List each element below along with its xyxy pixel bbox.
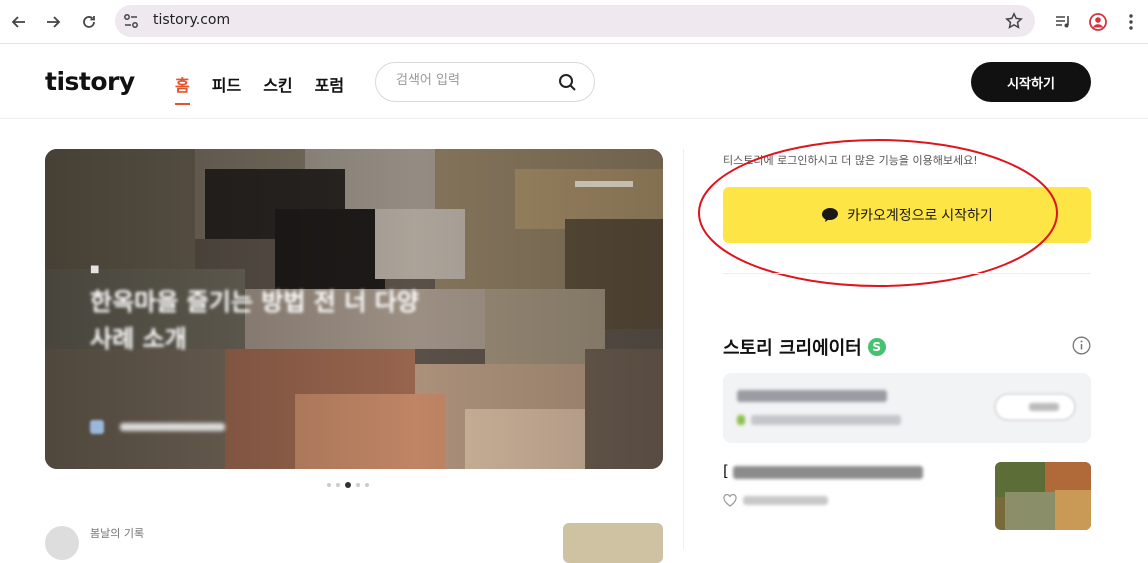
menu-button[interactable] bbox=[1118, 9, 1144, 35]
section-thumbnail[interactable] bbox=[563, 523, 663, 563]
carousel-dot-active[interactable] bbox=[345, 482, 351, 488]
hero-banner[interactable]: ■ 한옥마을 즐기는 방법 전 너 다양 사례 소개 bbox=[45, 149, 663, 469]
profile-button[interactable] bbox=[1085, 9, 1111, 35]
kakao-login-label: 카카오계정으로 시작하기 bbox=[847, 207, 993, 223]
hero-author bbox=[90, 420, 225, 434]
creator-meta-blur bbox=[751, 415, 901, 425]
nav-skin[interactable]: 스킨 bbox=[263, 72, 292, 96]
nav-home[interactable]: 홈 bbox=[175, 72, 190, 105]
browser-toolbar: tistory.com bbox=[0, 0, 1148, 44]
section-avatar bbox=[45, 526, 79, 560]
post-meta-blur bbox=[743, 496, 828, 505]
creator-card[interactable] bbox=[723, 373, 1091, 443]
section-label: 봄날의 기록 bbox=[90, 527, 145, 540]
hero-category: ■ bbox=[90, 264, 100, 275]
site-header: tistory 홈 피드 스킨 포럼 시작하기 bbox=[0, 45, 1148, 119]
sidebar-divider bbox=[723, 273, 1091, 274]
carousel-indicator bbox=[327, 482, 369, 488]
back-button[interactable] bbox=[6, 9, 32, 35]
hero-tag bbox=[575, 181, 633, 187]
kebab-menu-icon bbox=[1129, 14, 1133, 30]
author-name-blur bbox=[120, 423, 225, 431]
arrow-left-icon bbox=[11, 16, 25, 28]
creator-name-blur bbox=[737, 390, 887, 402]
heart-icon[interactable] bbox=[723, 494, 737, 507]
speech-bubble-icon bbox=[822, 208, 839, 222]
post-title: [ bbox=[723, 462, 729, 480]
post-title-blur bbox=[733, 466, 923, 479]
kakao-login-button[interactable]: 카카오계정으로 시작하기 bbox=[723, 187, 1091, 243]
carousel-dot[interactable] bbox=[327, 483, 331, 487]
nav-forum[interactable]: 포럼 bbox=[315, 72, 344, 96]
bookmark-star-icon[interactable] bbox=[1005, 12, 1023, 30]
carousel-dot[interactable] bbox=[356, 483, 360, 487]
url-text[interactable]: tistory.com bbox=[153, 12, 230, 28]
nav-feed[interactable]: 피드 bbox=[212, 72, 241, 96]
search-input[interactable] bbox=[396, 73, 546, 88]
arrow-right-icon bbox=[47, 16, 61, 28]
author-avatar bbox=[90, 420, 104, 434]
reload-icon bbox=[83, 16, 95, 28]
creator-heading-text: 스토리 크리에이터 bbox=[723, 338, 862, 359]
search-box bbox=[375, 62, 595, 102]
search-icon[interactable] bbox=[558, 73, 577, 92]
start-button[interactable]: 시작하기 bbox=[971, 62, 1091, 102]
post-thumbnail[interactable] bbox=[995, 462, 1091, 530]
playlist-icon bbox=[1056, 16, 1069, 28]
creator-meta-blur bbox=[737, 415, 745, 425]
column-divider bbox=[683, 149, 684, 549]
main-nav: 홈 피드 스킨 포럼 bbox=[175, 72, 344, 105]
post-item[interactable]: [ bbox=[723, 458, 1091, 532]
next-section-peek: 봄날의 기록 bbox=[45, 520, 663, 563]
media-control-button[interactable] bbox=[1050, 9, 1076, 35]
follow-label-blur bbox=[1029, 403, 1059, 411]
address-bar[interactable]: tistory.com bbox=[115, 5, 1035, 37]
login-note: 티스토리에 로그인하시고 더 많은 기능을 이용해보세요! bbox=[723, 154, 978, 167]
carousel-dot[interactable] bbox=[365, 483, 369, 487]
creator-heading: 스토리 크리에이터 S bbox=[723, 334, 886, 360]
carousel-dot[interactable] bbox=[336, 483, 340, 487]
tistory-logo[interactable]: tistory bbox=[45, 67, 135, 96]
creator-badge: S bbox=[867, 338, 886, 356]
hero-title[interactable]: 한옥마을 즐기는 방법 전 너 다양 사례 소개 bbox=[90, 284, 440, 358]
profile-icon bbox=[1089, 13, 1107, 31]
site-settings-icon[interactable] bbox=[123, 13, 139, 29]
info-icon[interactable] bbox=[1072, 336, 1091, 355]
reload-button[interactable] bbox=[76, 9, 102, 35]
forward-button[interactable] bbox=[40, 9, 66, 35]
